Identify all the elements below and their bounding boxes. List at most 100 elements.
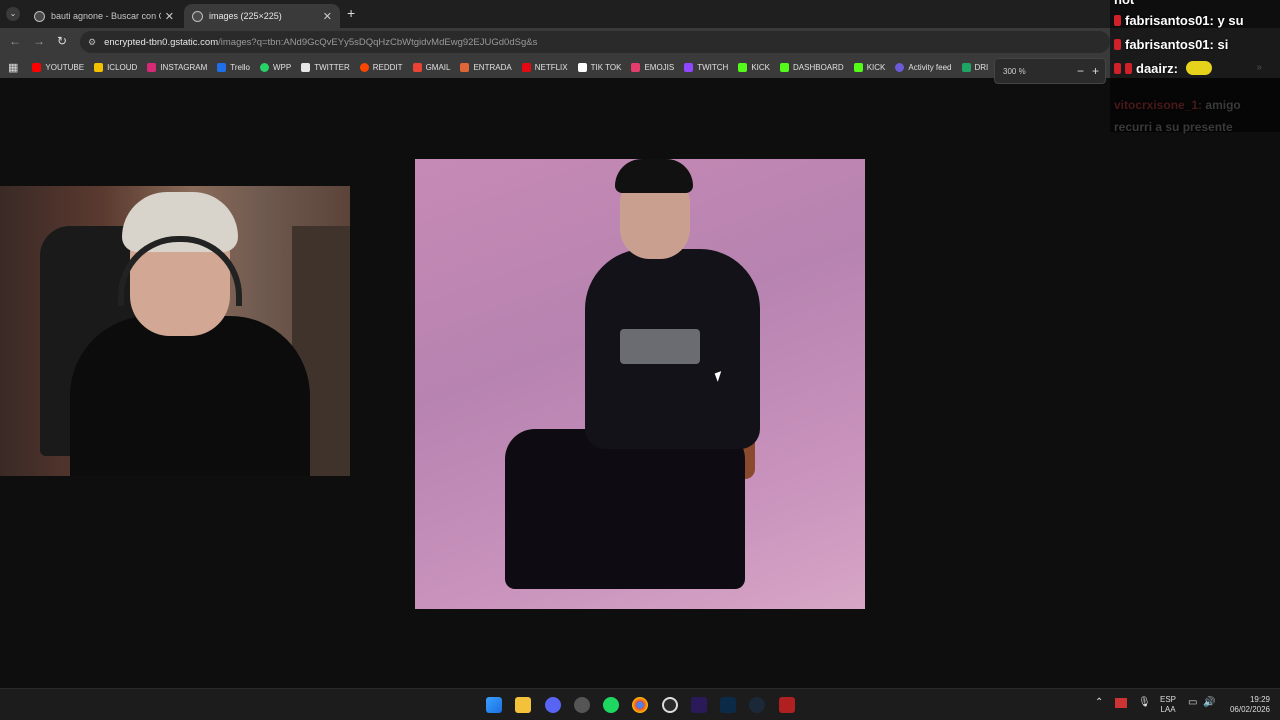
bookmark-drive[interactable]: DRI [961, 62, 989, 72]
bookmark-label: Activity feed [908, 62, 952, 72]
url-path: /images?q=tbn:ANd9GcQvEYy5sDQqHzCbWtgidv… [218, 36, 538, 48]
person-hair [615, 159, 693, 193]
kick-icon [780, 62, 789, 72]
obs-icon[interactable] [662, 697, 678, 713]
bookmark-instagram[interactable]: INSTAGRAM [147, 62, 207, 72]
chat-text: y su [1217, 13, 1244, 28]
bookmark-label: WPP [273, 62, 292, 72]
bookmark-activity-feed[interactable]: Activity feed [895, 62, 952, 72]
language-indicator[interactable]: ESP LAA [1156, 695, 1180, 715]
tab-strip: ⌄ bauti agnone - Buscar con Goo ✕ images… [0, 0, 1280, 28]
chat-text: si [1217, 37, 1229, 52]
chevron-up-icon[interactable]: ⌃ [1095, 698, 1103, 708]
site-info-icon[interactable]: ⚙ [88, 37, 96, 48]
close-tab-icon[interactable]: ✕ [165, 10, 174, 23]
zoom-level: 300 % [1003, 66, 1026, 76]
bookmark-label: ENTRADA [473, 62, 512, 72]
badge-icon [1114, 15, 1121, 26]
apps-icon[interactable]: ▦ [8, 61, 18, 74]
stream-chat-overlay: not fabrisantos01: y su fabrisantos01: s… [1110, 0, 1280, 134]
voicemeeter-icon[interactable] [779, 697, 795, 713]
bookmark-label: NETFLIX [534, 62, 568, 72]
chat-text: amigo [1205, 98, 1241, 112]
new-tab-button[interactable]: + [347, 5, 355, 21]
icloud-icon [94, 62, 104, 72]
bookmark-emojis[interactable]: EMOJIS [631, 62, 674, 72]
bookmark-kick-2[interactable]: KICK [853, 62, 885, 72]
bookmark-reddit[interactable]: REDDIT [359, 62, 403, 72]
link-icon [460, 62, 470, 72]
kick-icon [853, 62, 863, 72]
bookmark-kick[interactable]: KICK [738, 62, 770, 72]
display-icon[interactable]: ▭ [1188, 698, 1197, 708]
discord-icon[interactable] [545, 697, 561, 713]
file-explorer-icon[interactable] [515, 697, 531, 713]
activity-icon [895, 62, 905, 72]
drive-icon [961, 62, 971, 72]
reddit-icon [359, 62, 369, 72]
hoodie-print [620, 329, 700, 364]
url-host: encrypted-tbn0.gstatic.com [104, 36, 219, 48]
chat-user: fabrisantos01: [1125, 37, 1214, 52]
chat-user: daairz: [1136, 61, 1178, 76]
browser-toolbar: ← → ↻ ⚙ encrypted-tbn0.gstatic.com/image… [0, 28, 1280, 56]
bookmark-wpp[interactable]: WPP [260, 62, 292, 72]
bookmark-tiktok[interactable]: TIK TOK [577, 62, 621, 72]
photoshop-icon[interactable] [720, 697, 736, 713]
chat-message: recurri a su presente [1114, 120, 1233, 134]
bookmark-label: GMAIL [425, 62, 451, 72]
taskbar: ⌃ 🎙 ESP LAA ▭ 🔊 19:29 06/02/2026 [0, 688, 1280, 720]
youtube-icon [32, 62, 42, 72]
netflix-icon [521, 62, 531, 72]
viewed-image[interactable] [415, 159, 865, 609]
bookmark-gmail[interactable]: GMAIL [412, 62, 451, 72]
bookmark-trello[interactable]: Trello [217, 62, 250, 72]
bookmark-dashboard[interactable]: DASHBOARD [780, 62, 844, 72]
chrome-icon[interactable] [632, 697, 648, 713]
volume-icon[interactable]: 🔊 [1203, 698, 1215, 708]
flag-icon [1115, 698, 1127, 708]
globe-icon [192, 10, 203, 22]
address-bar[interactable]: ⚙ encrypted-tbn0.gstatic.com/images?q=tb… [80, 31, 1110, 53]
back-icon[interactable]: ← [9, 34, 21, 48]
bookmark-twitch[interactable]: TWITCH [684, 62, 728, 72]
bookmark-label: KICK [751, 62, 770, 72]
bookmark-label: REDDIT [372, 62, 403, 72]
bookmark-label: ICLOUD [107, 62, 138, 72]
zoom-out-button[interactable]: − [1077, 64, 1084, 78]
bookmark-icloud[interactable]: ICLOUD [94, 62, 138, 72]
badge-icon [1125, 63, 1132, 74]
premiere-icon[interactable] [691, 697, 707, 713]
bookmark-label: Trello [230, 62, 250, 72]
steam-icon[interactable] [749, 697, 765, 713]
bookmark-twitter[interactable]: TWITTER [301, 62, 350, 72]
bookmark-entrada[interactable]: ENTRADA [460, 62, 512, 72]
forward-icon[interactable]: → [33, 34, 45, 48]
tab-title: bauti agnone - Buscar con Goo [51, 11, 161, 21]
zoom-in-button[interactable]: + [1092, 64, 1099, 78]
tiktok-icon [577, 62, 587, 72]
tab-search-icon[interactable]: ⌄ [6, 7, 20, 21]
app-icon[interactable] [574, 697, 590, 713]
reload-icon[interactable]: ↻ [57, 34, 67, 48]
emote-icon [1185, 61, 1212, 75]
clock[interactable]: 19:29 06/02/2026 [1222, 695, 1270, 715]
twitch-icon [684, 62, 694, 72]
tab-image[interactable]: images (225×225) ✕ [184, 4, 340, 28]
streamer-body [70, 316, 310, 476]
chat-user: vitocrxisone_1: [1114, 98, 1203, 112]
tab-google-search[interactable]: bauti agnone - Buscar con Goo ✕ [26, 4, 182, 28]
tab-title: images (225×225) [209, 11, 282, 21]
spotify-icon[interactable] [603, 697, 619, 713]
bookmark-youtube[interactable]: YOUTUBE [32, 62, 84, 72]
bookmark-netflix[interactable]: NETFLIX [521, 62, 568, 72]
instagram-icon [147, 62, 157, 72]
clock-time: 19:29 [1249, 695, 1270, 704]
emojis-icon [631, 62, 641, 72]
clock-date: 06/02/2026 [1229, 705, 1270, 714]
microphone-icon[interactable]: 🎙 [1138, 698, 1151, 708]
bookmark-label: DRI [974, 62, 989, 72]
close-tab-icon[interactable]: ✕ [323, 10, 332, 23]
windows-start-icon[interactable] [486, 697, 502, 713]
badge-icon [1114, 63, 1121, 74]
